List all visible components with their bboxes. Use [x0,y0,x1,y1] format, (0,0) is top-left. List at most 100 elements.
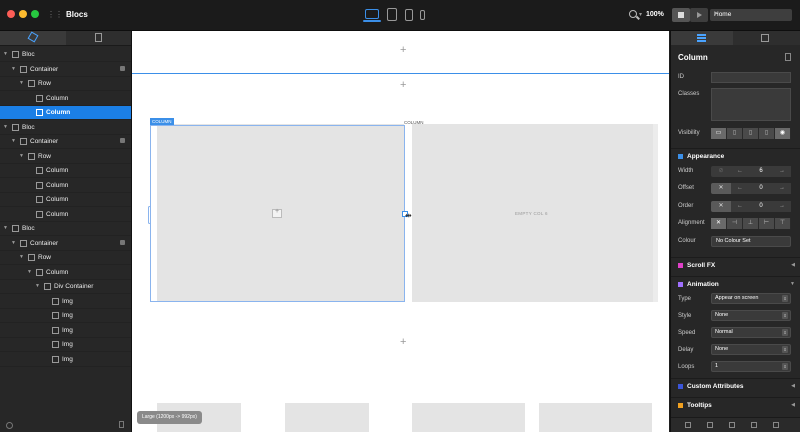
add-bloc-icon[interactable]: + [400,79,406,91]
trash-icon[interactable] [119,421,124,428]
tree-item[interactable]: Img [0,338,131,352]
tablet-portrait-icon[interactable] [405,9,413,21]
page-select[interactable]: Home ▾ [710,9,792,21]
sidebar-toggle-icon[interactable]: ⋮⋮ [47,10,63,19]
increment-button[interactable]: → [773,183,791,194]
increment-button[interactable]: → [773,166,791,177]
column-resize-handle-left[interactable] [148,206,151,224]
decrement-button[interactable]: ← [731,166,749,177]
image-icon[interactable] [729,422,735,428]
zoom-level[interactable]: 100% [646,11,664,18]
laptop-icon[interactable] [363,9,381,22]
disclosure-arrow-icon[interactable]: ▼ [3,51,8,57]
image-block[interactable] [285,403,369,432]
layers-icon[interactable] [707,422,713,428]
decrement-button[interactable]: ← [731,183,749,194]
custom-attributes-section[interactable]: Custom Attributes ◀ [671,378,800,395]
tree-item[interactable]: ▼ Container [0,237,131,251]
classes-field[interactable] [711,88,791,121]
decrement-button[interactable]: ← [731,201,749,212]
chevron-down-icon[interactable]: ▾ [639,11,642,18]
disclosure-arrow-icon[interactable]: ▼ [27,269,32,275]
style-select[interactable]: None ⇕ [711,310,791,321]
tree-item[interactable]: ▼ Container [0,135,131,149]
align-left-icon[interactable]: ⊣ [727,218,743,229]
unlink-icon[interactable]: ⊘ [711,166,731,177]
tree-item[interactable]: ▼ Bloc [0,48,131,62]
speed-select[interactable]: Normal ⇕ [711,327,791,338]
increment-button[interactable]: → [773,201,791,212]
clear-icon[interactable]: ✕ [711,218,727,229]
sliders-icon[interactable] [697,34,706,42]
align-bottom-icon[interactable]: ⊤ [775,218,791,229]
lock-icon[interactable] [120,65,125,71]
trash-icon[interactable] [785,53,791,61]
lock-icon[interactable] [120,138,125,143]
tree-item[interactable]: Column [0,179,131,193]
zoom-window-button[interactable] [31,10,39,18]
phone-icon[interactable]: ▯ [759,128,775,139]
disclosure-arrow-icon[interactable]: ▼ [11,138,16,144]
loops-select[interactable]: 1 ⇕ [711,361,791,372]
tree-item[interactable]: ▼ Row [0,150,131,164]
clear-icon[interactable]: ✕ [711,183,731,194]
align-right-icon[interactable]: ⊢ [759,218,775,229]
tree-item[interactable]: Img [0,324,131,338]
laptop-icon[interactable]: ▭ [711,128,727,139]
tree-item[interactable]: Column [0,92,131,106]
tablet-icon[interactable]: ▯ [727,128,743,139]
disclosure-arrow-icon[interactable]: ▼ [35,283,40,289]
design-canvas[interactable]: + + COLUMN COLUMN EMPTY COL 6 ⇹ + Large … [132,31,669,432]
appearance-section[interactable]: Appearance [671,148,800,165]
pages-icon[interactable] [95,33,102,42]
code-icon[interactable] [685,422,691,428]
tree-item[interactable]: Img [0,295,131,309]
tooltips-section[interactable]: Tooltips ◀ [671,397,800,414]
scroll-fx-section[interactable]: Scroll FX ◀ [671,257,800,274]
tablet-icon[interactable] [387,8,397,21]
type-select[interactable]: Appear on screen ⇕ [711,293,791,304]
colour-button[interactable]: No Colour Set [711,236,791,247]
document-icon[interactable] [751,422,757,428]
zoom-icon[interactable] [629,10,637,18]
tree-item[interactable]: ▼ Bloc [0,121,131,135]
delay-select[interactable]: None ⇕ [711,344,791,355]
tree-item[interactable]: Img [0,309,131,323]
tree-item[interactable]: ▼ Row [0,77,131,91]
eye-icon[interactable]: ◉ [775,128,791,139]
clear-icon[interactable]: ✕ [711,201,731,212]
align-center-icon[interactable]: ⊥ [743,218,759,229]
stop-button[interactable] [672,8,690,22]
id-field[interactable] [711,72,791,83]
tree-item[interactable]: ▼ Container [0,63,131,77]
play-button[interactable] [690,8,708,22]
tree-item[interactable]: ▼ Bloc [0,222,131,236]
add-bloc-icon[interactable]: + [400,336,406,348]
link-icon[interactable] [773,422,779,428]
disclosure-arrow-icon[interactable]: ▼ [11,66,16,72]
tree-item[interactable]: ▼ Div Container [0,280,131,294]
tree-item[interactable]: Img [0,353,131,367]
image-block[interactable] [412,403,525,432]
disclosure-arrow-icon[interactable]: ▼ [19,254,24,260]
animation-section[interactable]: Animation ▼ [671,276,800,293]
add-bloc-icon[interactable]: + [400,44,406,56]
tablet-portrait-icon[interactable]: ▯ [743,128,759,139]
add-bric-icon[interactable] [272,208,282,218]
lock-icon[interactable] [120,239,125,245]
tree-item[interactable]: ▼ Column [0,266,131,280]
tree-item[interactable]: Column [0,106,131,120]
tree-item[interactable]: Column [0,193,131,207]
disclosure-arrow-icon[interactable]: ▼ [19,153,24,159]
close-window-button[interactable] [7,10,15,18]
tree-item[interactable]: Column [0,208,131,222]
minimize-window-button[interactable] [19,10,27,18]
tree-item[interactable]: ▼ Row [0,251,131,265]
disclosure-arrow-icon[interactable]: ▼ [3,225,8,231]
disclosure-arrow-icon[interactable]: ▼ [11,240,16,246]
disclosure-arrow-icon[interactable]: ▼ [19,80,24,86]
panel-icon[interactable] [761,34,769,42]
image-block[interactable] [539,403,652,432]
phone-icon[interactable] [420,10,425,20]
disclosure-arrow-icon[interactable]: ▼ [3,124,8,130]
